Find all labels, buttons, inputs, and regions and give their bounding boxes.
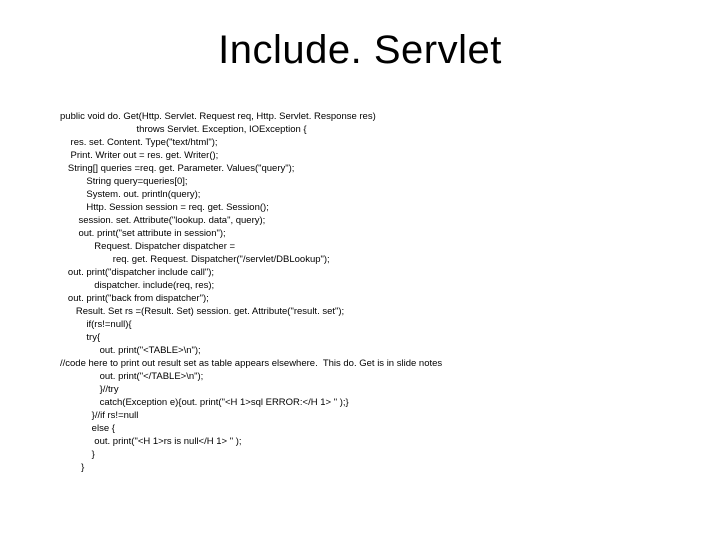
slide: Include. Servlet public void do. Get(Htt… <box>0 0 720 540</box>
code-block: public void do. Get(Http. Servlet. Reque… <box>60 110 442 474</box>
slide-title: Include. Servlet <box>0 28 720 73</box>
